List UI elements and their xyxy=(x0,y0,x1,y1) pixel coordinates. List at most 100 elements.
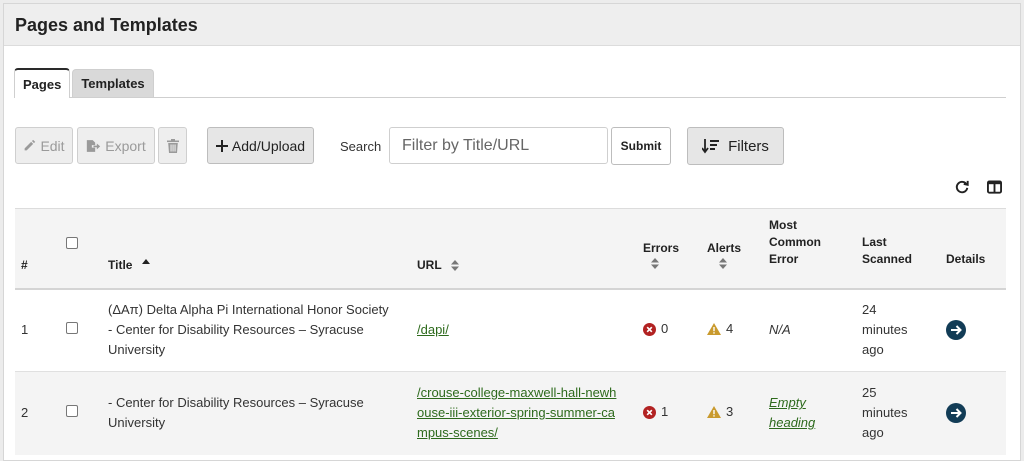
title-line: University xyxy=(108,415,166,431)
error-circle-icon xyxy=(643,322,656,336)
row-select xyxy=(60,289,102,372)
title-line: - Center for Disability Resources – Syra… xyxy=(108,322,364,338)
row-checkbox[interactable] xyxy=(66,405,78,418)
toolbar: Edit Export Add/Upload Search Submit Fil… xyxy=(15,126,1006,166)
most-common-error-line: Empty xyxy=(769,395,806,411)
col-most-label-2: Common xyxy=(769,234,821,249)
url-line: /crouse-college-maxwell-hall-newh xyxy=(417,385,617,401)
page-title: Pages and Templates xyxy=(15,15,198,35)
row-num: 1 xyxy=(21,322,29,338)
url-line: ouse-iii-exterior-spring-summer-ca xyxy=(417,405,615,421)
columns-icon[interactable] xyxy=(987,180,1002,194)
col-num: # xyxy=(21,257,28,272)
sort-icon xyxy=(651,257,659,269)
title-line: University xyxy=(108,342,166,358)
row-details xyxy=(940,372,1006,455)
page-container: Pages and Templates Pages Templates Edit… xyxy=(3,3,1021,461)
most-common-error-link[interactable]: Empty heading xyxy=(769,395,815,430)
tab-templates[interactable]: Templates xyxy=(72,69,154,97)
export-label: Export xyxy=(105,137,146,154)
row-url: /crouse-college-maxwell-hall-newh ouse-i… xyxy=(411,372,637,455)
details-button[interactable] xyxy=(946,402,966,423)
arrow-right-icon xyxy=(950,325,962,335)
filters-button[interactable]: Filters xyxy=(687,127,784,165)
table-tools xyxy=(955,180,1002,194)
filters-label: Filters xyxy=(728,137,769,155)
trash-icon xyxy=(166,138,179,153)
row-most-common-error: Empty heading xyxy=(763,372,856,455)
error-count: 0 xyxy=(661,321,669,336)
error-count: 1 xyxy=(661,404,669,419)
col-title-label: Title xyxy=(108,257,133,272)
row-alerts: 4 xyxy=(701,289,763,372)
last-scanned-line: minutes xyxy=(862,405,908,421)
row-title: - Center for Disability Resources – Syra… xyxy=(102,372,411,455)
last-scanned-line: 24 xyxy=(862,302,877,318)
col-errors[interactable]: Errors xyxy=(637,209,701,289)
table-header-row: # Title URL Errors Alerts Most Common Er… xyxy=(15,208,1006,289)
search-input[interactable] xyxy=(389,127,608,164)
col-alerts[interactable]: Alerts xyxy=(701,209,763,289)
tab-pages[interactable]: Pages xyxy=(14,68,71,98)
row-num: 2 xyxy=(21,405,29,421)
page-header: Pages and Templates xyxy=(4,4,1020,46)
row-url-link[interactable]: /dapi/ xyxy=(417,322,449,337)
sort-icon xyxy=(719,257,727,269)
col-most-label-3: Error xyxy=(769,251,799,266)
table-row: 1 (ΔΑπ) Delta Alpha Pi International Hon… xyxy=(15,288,1006,372)
delete-button[interactable] xyxy=(158,127,187,164)
select-all-checkbox[interactable] xyxy=(66,237,78,249)
edit-button[interactable]: Edit xyxy=(15,127,73,164)
row-alerts: 3 xyxy=(701,372,763,455)
export-button[interactable]: Export xyxy=(77,127,155,164)
plus-icon xyxy=(215,139,228,152)
row-most-common-error: N/A xyxy=(763,289,856,372)
warning-triangle-icon xyxy=(707,406,721,419)
most-common-error-line: heading xyxy=(769,415,816,431)
url-line: mpus-scenes/ xyxy=(417,425,498,441)
add-upload-button[interactable]: Add/Upload xyxy=(207,127,314,164)
row-errors: 0 xyxy=(637,289,701,372)
pencil-icon xyxy=(25,139,36,151)
row-select xyxy=(60,372,102,455)
row-last-scanned: 25 minutes ago xyxy=(856,372,940,455)
col-last-scanned: Last Scanned xyxy=(856,209,940,289)
row-last-scanned: 24 minutes ago xyxy=(856,289,940,372)
table-row: 2 - Center for Disability Resources – Sy… xyxy=(15,371,1006,455)
col-alerts-label: Alerts xyxy=(707,240,742,255)
row-title: (ΔΑπ) Delta Alpha Pi International Honor… xyxy=(102,289,411,372)
row-checkbox[interactable] xyxy=(66,322,78,335)
col-most-common-error: Most Common Error xyxy=(763,209,856,289)
col-details: Details xyxy=(946,251,986,266)
row-details xyxy=(940,289,1006,372)
last-scanned-line: minutes xyxy=(862,322,908,338)
col-url[interactable]: URL xyxy=(411,209,637,289)
row-url: /dapi/ xyxy=(411,289,637,372)
most-common-error-text: N/A xyxy=(769,322,791,338)
details-button[interactable] xyxy=(946,319,966,340)
tab-bar: Pages Templates xyxy=(14,68,1006,98)
sort-amount-icon xyxy=(702,139,720,154)
add-upload-label: Add/Upload xyxy=(231,137,306,154)
col-title[interactable]: Title xyxy=(102,209,411,289)
col-errors-label: Errors xyxy=(643,240,680,255)
title-line: (ΔΑπ) Delta Alpha Pi International Honor… xyxy=(108,302,389,318)
refresh-icon[interactable] xyxy=(955,180,969,194)
arrow-right-icon xyxy=(950,408,962,418)
sort-asc-icon xyxy=(141,259,150,265)
warning-triangle-icon xyxy=(707,323,721,336)
edit-label: Edit xyxy=(40,137,65,154)
col-url-label: URL xyxy=(417,257,442,272)
error-circle-icon xyxy=(643,405,656,419)
submit-button[interactable]: Submit xyxy=(611,127,671,165)
row-url-link[interactable]: /crouse-college-maxwell-hall-newh ouse-i… xyxy=(417,385,616,440)
last-scanned-line: ago xyxy=(862,425,884,441)
title-line: - Center for Disability Resources – Syra… xyxy=(108,395,364,411)
col-most-label-1: Most xyxy=(769,217,797,232)
last-scanned-line: 25 xyxy=(862,385,877,401)
last-scanned-line: ago xyxy=(862,342,884,358)
file-export-icon xyxy=(87,139,101,152)
pages-table: # Title URL Errors Alerts Most Common Er… xyxy=(15,208,1006,455)
search-label: Search xyxy=(340,139,382,154)
row-errors: 1 xyxy=(637,372,701,455)
